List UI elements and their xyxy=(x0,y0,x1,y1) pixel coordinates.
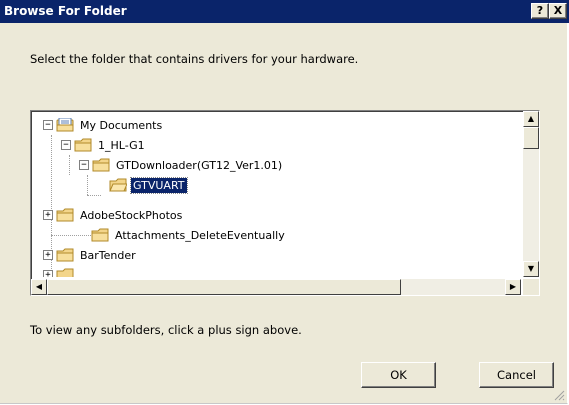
folder-icon xyxy=(91,228,109,242)
hint-text: To view any subfolders, click a plus sig… xyxy=(30,323,302,337)
tree-item-partial[interactable]: + xyxy=(43,265,78,277)
horizontal-scrollbar[interactable]: ◀ ▶ xyxy=(31,279,521,295)
dialog-title: Browse For Folder xyxy=(4,4,127,18)
cancel-button[interactable]: Cancel xyxy=(479,362,554,388)
horizontal-scroll-thumb[interactable] xyxy=(47,279,401,295)
instruction-text: Select the folder that contains drivers … xyxy=(30,52,359,66)
expand-icon[interactable]: + xyxy=(43,250,53,260)
folder-icon xyxy=(92,158,110,172)
expand-icon[interactable]: + xyxy=(43,270,53,277)
folder-icon xyxy=(56,248,74,262)
tree-item-attachments[interactable]: Attachments_DeleteEventually xyxy=(91,225,287,245)
vertical-scrollbar[interactable]: ▲ ▼ xyxy=(523,111,539,277)
folder-tree[interactable]: − My Documents − 1_HL-G1 − GTDownloader(… xyxy=(30,110,540,296)
scroll-up-icon[interactable]: ▲ xyxy=(523,111,539,127)
tree-item-bartender[interactable]: + BarTender xyxy=(43,245,138,265)
folder-icon xyxy=(74,138,92,152)
tree-item-1-hl-g1[interactable]: − 1_HL-G1 xyxy=(61,135,147,155)
tree-item-label: GTVUART xyxy=(130,176,188,194)
tree-item-label: GTDownloader(GT12_Ver1.01) xyxy=(116,158,283,172)
folder-icon xyxy=(56,208,74,222)
help-button[interactable]: ? xyxy=(531,3,549,19)
close-button[interactable]: X xyxy=(549,3,567,19)
collapse-icon[interactable]: − xyxy=(43,120,53,130)
tree-view-area: − My Documents − 1_HL-G1 − GTDownloader(… xyxy=(33,113,519,277)
collapse-icon[interactable]: − xyxy=(61,140,71,150)
ok-button[interactable]: OK xyxy=(361,362,436,388)
folder-icon xyxy=(56,268,74,277)
tree-item-label: 1_HL-G1 xyxy=(98,138,145,152)
collapse-icon[interactable]: − xyxy=(79,160,89,170)
tree-item-label: BarTender xyxy=(80,248,136,262)
tree-item-label: Attachments_DeleteEventually xyxy=(115,228,285,242)
documents-folder-icon xyxy=(56,118,74,132)
vertical-scroll-thumb[interactable] xyxy=(523,127,539,149)
scroll-right-icon[interactable]: ▶ xyxy=(505,279,521,295)
scroll-left-icon[interactable]: ◀ xyxy=(31,279,47,295)
tree-item-my-documents[interactable]: − My Documents xyxy=(43,115,164,135)
expand-icon[interactable]: + xyxy=(43,210,53,220)
resize-grip-icon[interactable] xyxy=(553,389,565,401)
tree-item-gtvuart[interactable]: GTVUART xyxy=(109,175,188,195)
folder-open-icon xyxy=(109,178,127,192)
title-bar[interactable]: Browse For Folder ? X xyxy=(0,0,569,23)
tree-item-label: AdobeStockPhotos xyxy=(80,208,183,222)
browse-for-folder-dialog: Browse For Folder ? X Select the folder … xyxy=(0,0,569,404)
scrollbar-corner xyxy=(523,279,539,295)
tree-item-adobestockphotos[interactable]: + AdobeStockPhotos xyxy=(43,205,184,225)
scroll-down-icon[interactable]: ▼ xyxy=(523,261,539,277)
tree-item-gtdownloader[interactable]: − GTDownloader(GT12_Ver1.01) xyxy=(79,155,284,175)
tree-item-label: My Documents xyxy=(80,118,163,132)
